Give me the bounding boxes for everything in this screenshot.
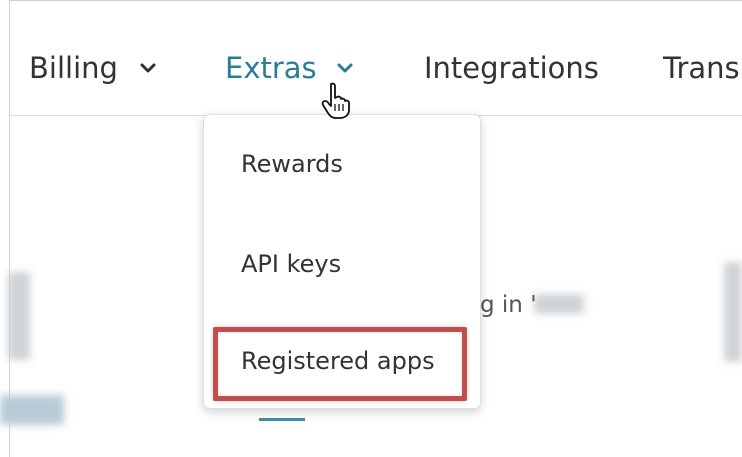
nav-item-transactions[interactable]: Trans [663, 48, 740, 88]
menu-item-rewards[interactable]: Rewards [241, 148, 343, 180]
annotation-highlight-box [213, 327, 467, 401]
nav-item-label: Billing [29, 51, 118, 85]
hand-pointer-icon [321, 82, 350, 119]
tab-underline [259, 418, 305, 421]
chevron-down-icon[interactable] [139, 62, 157, 74]
nav-item-extras[interactable]: Extras [225, 48, 317, 88]
nav-item-label: Trans [663, 51, 740, 85]
chevron-down-icon[interactable] [336, 62, 354, 74]
blurred-background-content [724, 262, 742, 362]
nav-item-billing[interactable]: Billing [29, 48, 118, 88]
blurred-background-content [8, 272, 30, 360]
blurred-background-content [534, 294, 584, 314]
top-navigation-bar [9, 0, 742, 116]
nav-item-integrations[interactable]: Integrations [424, 48, 599, 88]
nav-item-label: Extras [225, 51, 317, 85]
blurred-background-content [0, 395, 64, 425]
menu-item-api-keys[interactable]: API keys [241, 248, 341, 280]
background-partial-text: g in ' [480, 292, 537, 318]
nav-item-label: Integrations [424, 51, 599, 85]
